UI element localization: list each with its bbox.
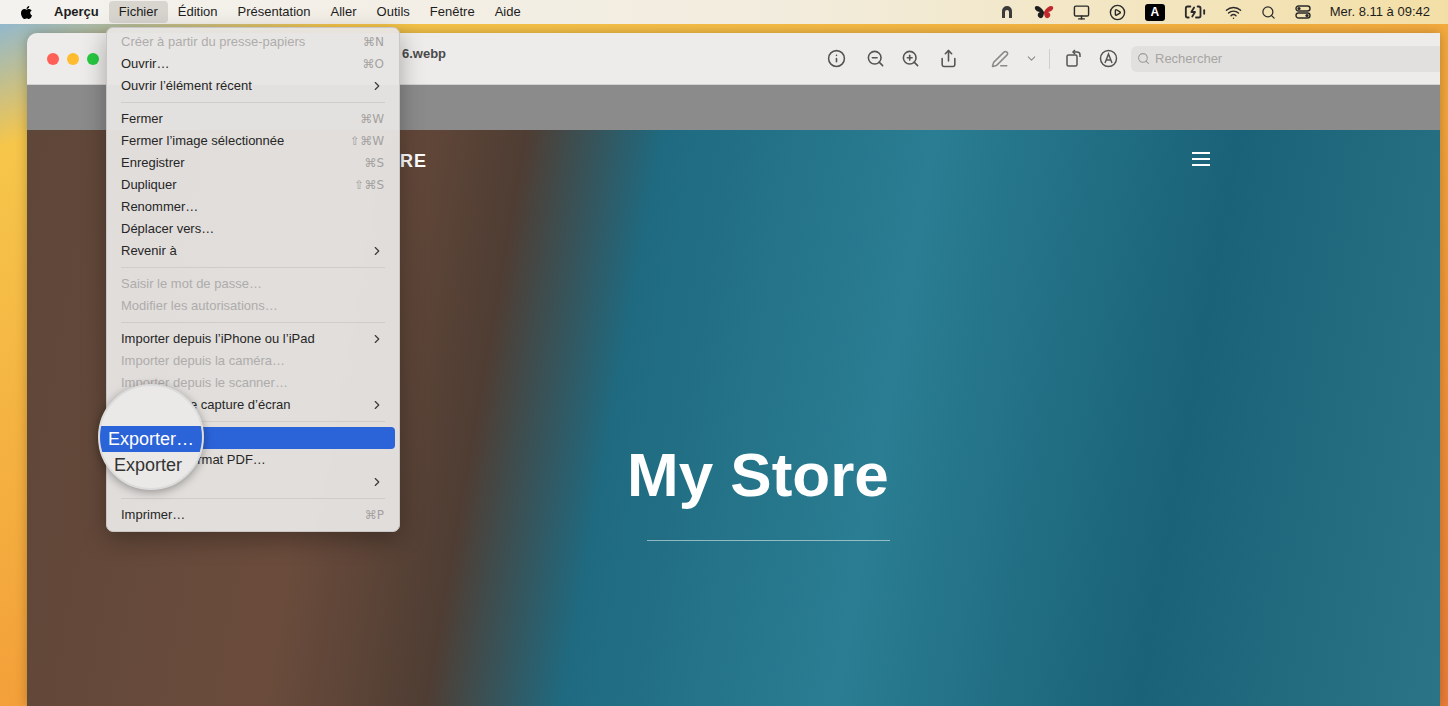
control-center-icon[interactable] bbox=[1295, 5, 1311, 19]
magnified-item: Exporter bbox=[100, 452, 202, 478]
menu-item-shortcut: ⌘W bbox=[360, 110, 384, 128]
menu-item-label: Importer depuis l’iPhone ou l’iPad bbox=[121, 329, 370, 349]
menu-item[interactable]: Revenir à bbox=[111, 240, 395, 262]
menu-bar-item[interactable]: Aller bbox=[321, 1, 367, 23]
menu-item[interactable]: Ouvrir l’élément récent bbox=[111, 75, 395, 97]
menu-item-shortcut: ⇧⌘W bbox=[350, 132, 384, 150]
zoom-in-icon[interactable] bbox=[901, 49, 920, 68]
share-icon[interactable] bbox=[939, 49, 958, 68]
menu-item[interactable]: Dupliquer⇧⌘S bbox=[111, 174, 395, 196]
markup-pen-icon[interactable] bbox=[991, 50, 1009, 68]
magnifier: Exporter…Exporter bbox=[98, 384, 204, 490]
submenu-chevron-icon bbox=[370, 475, 384, 489]
toolbar: Rechercher bbox=[827, 33, 1440, 84]
menu-item[interactable]: Importer depuis l’iPhone ou l’iPad bbox=[111, 328, 395, 350]
clock[interactable]: Mer. 8.11 à 09:42 bbox=[1330, 2, 1430, 22]
rotate-icon[interactable] bbox=[1064, 49, 1083, 68]
menu-item-label: Renommer… bbox=[121, 197, 384, 217]
menu-item-label: Fermer bbox=[121, 109, 360, 129]
menu-item[interactable]: Enregistrer⌘S bbox=[111, 152, 395, 174]
menu-item-label: Imprimer… bbox=[121, 505, 365, 525]
menu-separator bbox=[107, 493, 399, 504]
menu-item-shortcut: ⇧⌘S bbox=[354, 176, 384, 194]
menu-separator bbox=[107, 317, 399, 328]
menu-item-shortcut: ⌘N bbox=[363, 33, 384, 51]
menu-item-label: Ouvrir l’élément récent bbox=[121, 76, 370, 96]
wifi-icon[interactable] bbox=[1225, 4, 1242, 21]
traffic-lights bbox=[27, 53, 99, 65]
submenu-chevron-icon bbox=[370, 244, 384, 258]
menu-item-label: e capture d’écran bbox=[190, 395, 370, 415]
menu-item-label: Déplacer vers… bbox=[121, 219, 384, 239]
menu-item[interactable]: Fermer l’image sélectionnée⇧⌘W bbox=[111, 130, 395, 152]
menu-item-label: Modifier les autorisations… bbox=[121, 296, 384, 316]
zoom-button[interactable] bbox=[87, 53, 99, 65]
minimize-button[interactable] bbox=[67, 53, 79, 65]
spotlight-icon[interactable] bbox=[1261, 5, 1276, 20]
menu-item: Saisir le mot de passe… bbox=[111, 273, 395, 295]
menu-bar-item[interactable]: Fichier bbox=[109, 1, 168, 23]
menu-item-shortcut: ⌘P bbox=[365, 506, 384, 524]
butterfly-icon[interactable] bbox=[1034, 4, 1054, 20]
menu-item[interactable]: Renommer… bbox=[111, 196, 395, 218]
menu-item-label: Fermer l’image sélectionnée bbox=[121, 131, 350, 151]
menu-item-label: Importer depuis la caméra… bbox=[121, 351, 384, 371]
heading-divider bbox=[647, 540, 890, 541]
menu-item[interactable]: Déplacer vers… bbox=[111, 218, 395, 240]
menu-item: Créer à partir du presse-papiers⌘N bbox=[111, 31, 395, 53]
menu-item[interactable]: Imprimer…⌘P bbox=[111, 504, 395, 526]
menu-item-label: Dupliquer bbox=[121, 175, 354, 195]
menu-bar-item[interactable]: Édition bbox=[168, 1, 228, 23]
submenu-chevron-icon bbox=[370, 398, 384, 412]
menu-bar-item[interactable]: Outils bbox=[367, 1, 420, 23]
menu-item-label: Saisir le mot de passe… bbox=[121, 274, 384, 294]
menu-bar-item[interactable]: Aide bbox=[485, 1, 531, 23]
info-icon[interactable] bbox=[827, 49, 846, 68]
search-icon bbox=[1137, 52, 1150, 65]
image-logo: RE bbox=[400, 148, 427, 175]
submenu-chevron-icon bbox=[370, 332, 384, 346]
markup-icon[interactable] bbox=[1099, 49, 1118, 68]
search-field[interactable]: Rechercher bbox=[1131, 46, 1440, 72]
input-source[interactable]: A bbox=[1145, 4, 1165, 21]
menu-bar-item[interactable]: Fenêtre bbox=[420, 1, 485, 23]
battery-icon[interactable] bbox=[1184, 1, 1206, 23]
window-title: 6.webp bbox=[402, 44, 446, 64]
menu-item-label: ormat PDF… bbox=[190, 450, 384, 470]
image-heading: My Store bbox=[627, 444, 889, 506]
menu-item: Modifier les autorisations… bbox=[111, 295, 395, 317]
apple-icon[interactable] bbox=[19, 5, 34, 20]
hamburger-icon bbox=[1192, 152, 1210, 166]
menu-item: Importer depuis la caméra… bbox=[111, 350, 395, 372]
pen-menu-chevron-icon[interactable] bbox=[1025, 52, 1038, 65]
menu-item[interactable]: Ouvrir…⌘O bbox=[111, 53, 395, 75]
search-placeholder: Rechercher bbox=[1155, 49, 1222, 69]
zoom-out-icon[interactable] bbox=[866, 49, 885, 68]
menu-bar-item[interactable]: Présentation bbox=[228, 1, 321, 23]
play-icon[interactable] bbox=[1109, 4, 1126, 21]
submenu-chevron-icon bbox=[370, 79, 384, 93]
arch-icon[interactable] bbox=[999, 4, 1015, 20]
menu-separator bbox=[107, 262, 399, 273]
menu-item-label: Enregistrer bbox=[121, 153, 364, 173]
menu-item-label: Revenir à bbox=[121, 241, 370, 261]
menu-item-shortcut: ⌘O bbox=[363, 55, 384, 73]
desktop: AperçuFichierÉditionPrésentationAllerOut… bbox=[0, 0, 1448, 706]
menu-item[interactable]: Fermer⌘W bbox=[111, 108, 395, 130]
app-menu[interactable]: Aperçu bbox=[44, 2, 109, 22]
menu-item-shortcut: ⌘S bbox=[364, 154, 384, 172]
status-area: A Mer. 8.11 à 09:42 bbox=[999, 1, 1448, 23]
screen-share-icon[interactable] bbox=[1073, 4, 1090, 21]
menu-item-label: Ouvrir… bbox=[121, 54, 363, 74]
menu-item-label: Créer à partir du presse-papiers bbox=[121, 32, 363, 52]
magnified-item: Exporter… bbox=[100, 426, 202, 452]
menu-separator bbox=[107, 97, 399, 108]
close-button[interactable] bbox=[47, 53, 59, 65]
menu-bar: AperçuFichierÉditionPrésentationAllerOut… bbox=[0, 0, 1448, 24]
